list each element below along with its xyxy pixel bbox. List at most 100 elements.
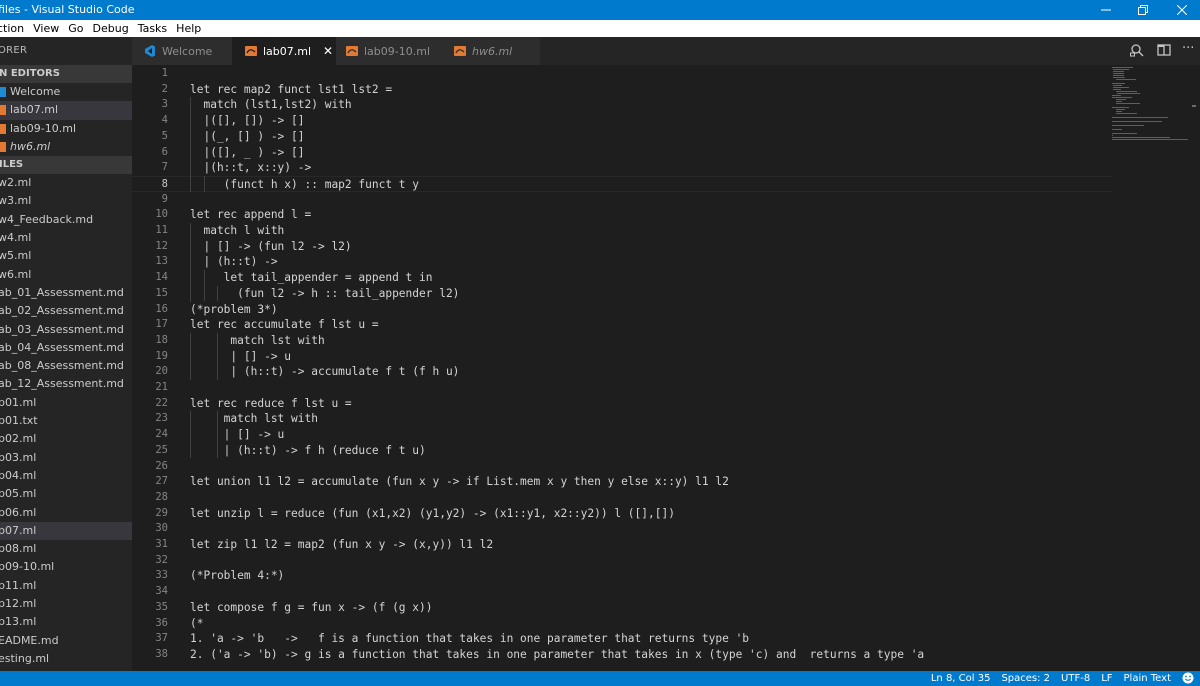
close-window-button[interactable] [1164,0,1200,20]
code-line[interactable]: 27 let union l1 l2 = accumulate (fun x y … [132,474,1200,490]
file-item[interactable]: b01.ml [0,394,132,412]
file-item[interactable]: w6.ml [0,266,132,284]
file-item[interactable]: ab_04_Assessment.md [0,339,132,357]
file-item[interactable]: ab_12_Assessment.md [0,375,132,393]
menu-debug[interactable]: Debug [93,22,129,35]
code-line[interactable]: 26 [132,459,1200,475]
minimap[interactable] [1112,65,1188,155]
file-item[interactable]: b11.ml [0,577,132,595]
more-actions-button[interactable]: ··· [1182,41,1194,56]
file-item[interactable]: ab_08_Assessment.md [0,357,132,375]
code-editor[interactable]: 1 2 let rec map2 funct lst1 lst2 = 3 match … [132,65,1200,671]
open-editors-section[interactable]: N EDITORS [0,65,132,83]
file-item[interactable]: w2.ml [0,174,132,192]
file-item[interactable]: w4.ml [0,229,132,247]
code-line[interactable]: 29 let unzip l = reduce (fun (x1,x2) (y1,… [132,506,1200,522]
code-line[interactable]: 37 1. 'a -> 'b -> f is a function that ta… [132,631,1200,647]
file-item[interactable]: b13.ml [0,613,132,631]
code-line[interactable]: 13 | (h::t) -> [132,254,1200,270]
file-item[interactable]: ab_03_Assessment.md [0,321,132,339]
code-line[interactable]: 16 (*problem 3*) [132,302,1200,318]
minimap-line [1113,73,1124,74]
code-line[interactable]: 4 |([], []) -> [] [132,113,1200,129]
code-line[interactable]: 34 [132,584,1200,600]
menu-selection[interactable]: ction [0,22,24,35]
code-line[interactable]: 23 match lst with [132,411,1200,427]
minimize-button[interactable] [1088,0,1124,20]
menu-go[interactable]: Go [68,22,83,35]
file-item[interactable]: b12.ml [0,595,132,613]
file-item[interactable]: b06.ml [0,504,132,522]
vertical-scrollbar[interactable] [1188,65,1200,671]
code-line[interactable]: 20 | (h::t) -> accumulate f t (f h u) [132,364,1200,380]
code-line[interactable]: 17 let rec accumulate f lst u = [132,317,1200,333]
code-line[interactable]: 38 2. ('a -> 'b) -> g is a function that … [132,647,1200,663]
code-line[interactable]: 3 match (lst1,lst2) with [132,97,1200,113]
code-line[interactable]: 36 (* [132,616,1200,632]
code-line[interactable]: 28 [132,490,1200,506]
code-line[interactable]: 11 match l with [132,223,1200,239]
code-line[interactable]: 15 (fun l2 -> h :: tail_appender l2) [132,286,1200,302]
file-item[interactable]: ab_01_Assessment.md [0,284,132,302]
minimap-line [1112,133,1138,134]
code-line[interactable]: 32 [132,553,1200,569]
tab-lab09-10[interactable]: lab09-10.ml [336,37,440,65]
code-line[interactable]: 19 | [] -> u [132,349,1200,365]
file-item[interactable]: b04.ml [0,467,132,485]
files-section[interactable]: ILES [0,156,132,175]
file-item[interactable]: w3.ml [0,192,132,210]
feedback-button[interactable] [1182,672,1194,685]
open-editor-item[interactable]: lab07.ml [0,101,132,120]
code-line[interactable]: 12 | [] -> (fun l2 -> l2) [132,239,1200,255]
file-item[interactable]: ab_02_Assessment.md [0,302,132,320]
end-of-line[interactable]: LF [1101,673,1112,684]
code-line[interactable]: 30 [132,521,1200,537]
code-line[interactable]: 31 let zip l1 l2 = map2 (fun x y -> (x,y)… [132,537,1200,553]
close-icon[interactable]: ✕ [323,44,333,58]
encoding[interactable]: UTF-8 [1061,673,1090,684]
cursor-position[interactable]: Ln 8, Col 35 [931,673,991,684]
code-line[interactable]: 22 let rec reduce f lst u = [132,396,1200,412]
file-item[interactable]: EADME.md [0,632,132,650]
menu-help[interactable]: Help [176,22,201,35]
file-item[interactable]: b05.ml [0,485,132,503]
code-line[interactable]: 33 (*Problem 4:*) [132,568,1200,584]
code-line[interactable]: 7 |(h::t, x::y) -> [132,160,1200,176]
file-item[interactable]: esting.ml [0,650,132,668]
tab-welcome[interactable]: Welcome [132,37,232,65]
code-line[interactable]: 5 |(_, [] ) -> [] [132,129,1200,145]
open-editor-item[interactable]: lab09-10.ml [0,120,132,138]
file-item[interactable]: b08.ml [0,540,132,558]
code-line[interactable]: 10 let rec append l = [132,207,1200,223]
indentation[interactable]: Spaces: 2 [1001,673,1050,684]
file-item[interactable]: b03.ml [0,449,132,467]
file-item[interactable]: b09-10.ml [0,558,132,576]
file-item[interactable]: b07.ml [0,521,132,541]
file-item[interactable]: b01.txt [0,412,132,430]
language-mode[interactable]: Plain Text [1124,673,1171,684]
code-line[interactable]: 9 [132,192,1200,208]
tab-lab07[interactable]: lab07.ml ✕ [232,37,336,65]
split-editor-button[interactable] [1157,43,1171,61]
ocaml-icon [245,45,257,57]
code-line[interactable]: 24 | [] -> u [132,427,1200,443]
tab-hw6[interactable]: hw6.ml [440,37,540,65]
code-line[interactable]: 21 [132,380,1200,396]
file-item[interactable]: w5.ml [0,247,132,265]
code-line[interactable]: 8 (funct h x) :: map2 funct t y [132,175,1113,192]
code-line[interactable]: 14 let tail_appender = append t in [132,270,1200,286]
open-changes-button[interactable] [1130,43,1144,61]
menu-tasks[interactable]: Tasks [138,22,167,35]
file-item[interactable]: b02.ml [0,430,132,448]
menu-view[interactable]: View [33,22,59,35]
open-editor-item[interactable]: hw6.ml [0,138,132,156]
file-item[interactable]: w4_Feedback.md [0,211,132,229]
open-editor-item[interactable]: Welcome [0,83,132,101]
code-line[interactable]: 1 [132,66,1200,82]
code-line[interactable]: 2 let rec map2 funct lst1 lst2 = [132,82,1200,98]
restore-button[interactable] [1125,0,1161,20]
code-line[interactable]: 35 let compose f g = fun x -> (f (g x)) [132,600,1200,616]
code-line[interactable]: 6 |([], _ ) -> [] [132,145,1200,161]
code-line[interactable]: 25 | (h::t) -> f h (reduce f t u) [132,443,1200,459]
code-line[interactable]: 18 match lst with [132,333,1200,349]
